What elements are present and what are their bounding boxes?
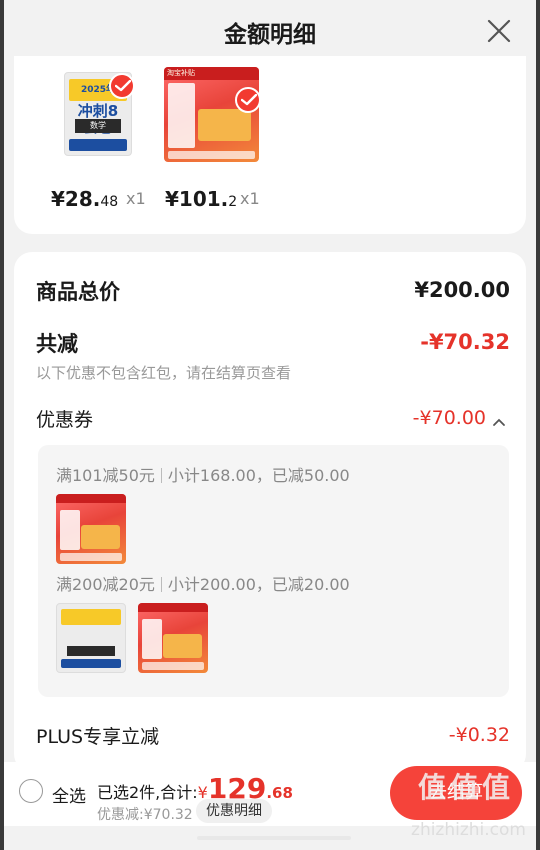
select-all-label[interactable]: 全选 [52, 782, 86, 807]
coupon-rule: 满101减50元 [56, 466, 155, 485]
coupon-product-book [56, 603, 126, 673]
total-reduce-label: 共减 [36, 332, 78, 356]
reduce-note: 以下优惠不包含红包，请在结算页查看 [36, 364, 292, 382]
close-icon[interactable] [484, 16, 514, 46]
watermark-url: zhizhizhi.com [411, 820, 526, 840]
amount-detail-sheet: 金额明细 2025年 冲刺8套卷 数学 ¥28.48 x1 淘宝补贴 ¥101.… [4, 0, 536, 850]
discount-total-text: 优惠减:¥70.32 [97, 807, 193, 823]
coupon-detail-box: 满101减50元 小计168.00，已减50.00 满200减20元 小计200.0… [38, 445, 509, 697]
total-reduce-value: -¥70.32 [420, 330, 510, 354]
poster-tag: 淘宝补贴 [164, 67, 259, 80]
selected-count-text: 已选2件,合计: [97, 783, 198, 802]
coupon-detail: 小计168.00，已减50.00 [167, 466, 350, 485]
watermark-brand: 值值值 [417, 771, 514, 804]
cover-subtitle: 数学 [75, 119, 121, 133]
selected-check-icon[interactable] [109, 73, 135, 99]
product-card: 2025年 冲刺8套卷 数学 ¥28.48 x1 淘宝补贴 ¥101.2 x1 [14, 56, 526, 234]
select-all-radio[interactable] [19, 779, 43, 803]
discount-summary-card: 商品总价 ¥200.00 共减 -¥70.32 以下优惠不包含红包，请在结算页查… [14, 252, 526, 772]
coupon-rule-row: 满101减50元 小计168.00，已减50.00 [56, 462, 350, 486]
plus-discount-label: PLUS专享立减 [36, 726, 160, 748]
total-price-label: 商品总价 [36, 280, 120, 304]
product-price: ¥101.2 [165, 187, 238, 211]
coupon-value: -¥70.00 [412, 407, 486, 429]
product-image-poster[interactable]: 淘宝补贴 [164, 67, 259, 162]
sheet-header: 金额明细 [4, 0, 536, 62]
home-indicator[interactable] [197, 836, 351, 840]
coupon-detail: 小计200.00，已减20.00 [167, 575, 350, 594]
chevron-up-icon[interactable] [492, 412, 506, 426]
sheet-title: 金额明细 [224, 22, 316, 48]
plus-discount-value: -¥0.32 [448, 724, 510, 746]
coupon-rule: 满200减20元 [56, 575, 155, 594]
coupon-product-poster [56, 494, 126, 564]
product-quantity: x1 [240, 189, 260, 208]
total-price-value: ¥200.00 [414, 278, 510, 302]
selected-check-icon[interactable] [235, 87, 261, 113]
product-quantity: x1 [126, 189, 146, 208]
coupon-label: 优惠券 [36, 409, 94, 431]
discount-detail-button[interactable]: 优惠明细 [196, 799, 272, 823]
product-price: ¥28.48 [51, 187, 119, 211]
coupon-product-poster [138, 603, 208, 673]
coupon-rule-row: 满200减20元 小计200.00，已减20.00 [56, 571, 350, 595]
